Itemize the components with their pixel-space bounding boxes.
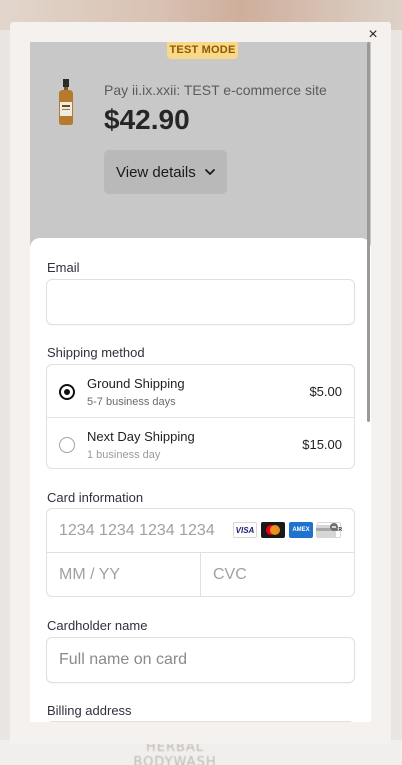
shipping-option-name: Next Day Shipping (87, 429, 195, 444)
email-field[interactable] (46, 279, 355, 325)
scrollbar[interactable] (367, 42, 370, 422)
shipping-option-eta: 1 business day (87, 449, 161, 461)
amex-icon: AMEX (289, 522, 313, 538)
payment-sheet: Email Shipping method Ground Shipping 5-… (30, 238, 371, 722)
product-thumbnail (59, 79, 73, 125)
email-label: Email (47, 260, 80, 275)
test-mode-badge: TEST MODE (167, 42, 238, 59)
shipping-options: Ground Shipping 5-7 business days $5.00 … (46, 364, 355, 469)
shipping-method-label: Shipping method (47, 345, 145, 360)
merchant-name: Pay ii.ix.xxii: TEST e-commerce site (104, 82, 327, 98)
cvc-input[interactable]: CVC (201, 553, 354, 596)
radio-unselected[interactable] (59, 437, 75, 453)
view-details-label: View details (116, 163, 196, 181)
cvc-card-icon (316, 523, 338, 538)
shipping-option-next-day[interactable]: Next Day Shipping 1 business day $15.00 (47, 418, 354, 468)
shipping-option-eta: 5-7 business days (87, 396, 176, 408)
cardholder-name-label: Cardholder name (47, 618, 148, 633)
billing-address-input[interactable] (46, 721, 355, 722)
card-information-group: 1234 1234 1234 1234 VISA AMEX DISCOVER M… (46, 508, 355, 597)
checkout-frame: TEST MODE Pay ii.ix.xxii: TEST e-commerc… (30, 42, 371, 722)
expiry-input[interactable]: MM / YY (47, 553, 201, 596)
total-price: $42.90 (104, 104, 190, 135)
shipping-option-ground[interactable]: Ground Shipping 5-7 business days $5.00 (47, 365, 354, 417)
chevron-down-icon (204, 169, 215, 175)
visa-icon: VISA (233, 522, 257, 538)
shipping-option-price: $15.00 (302, 437, 342, 452)
mastercard-logo-icon (266, 525, 280, 535)
view-details-button[interactable]: View details (104, 150, 227, 194)
card-information-label: Card information (47, 490, 144, 505)
billing-address-label: Billing address (47, 703, 132, 718)
mastercard-icon (261, 522, 285, 538)
radio-selected[interactable] (59, 384, 75, 400)
shipping-option-name: Ground Shipping (87, 376, 185, 391)
cardholder-name-input[interactable]: Full name on card (46, 637, 355, 683)
shipping-option-price: $5.00 (309, 384, 342, 399)
